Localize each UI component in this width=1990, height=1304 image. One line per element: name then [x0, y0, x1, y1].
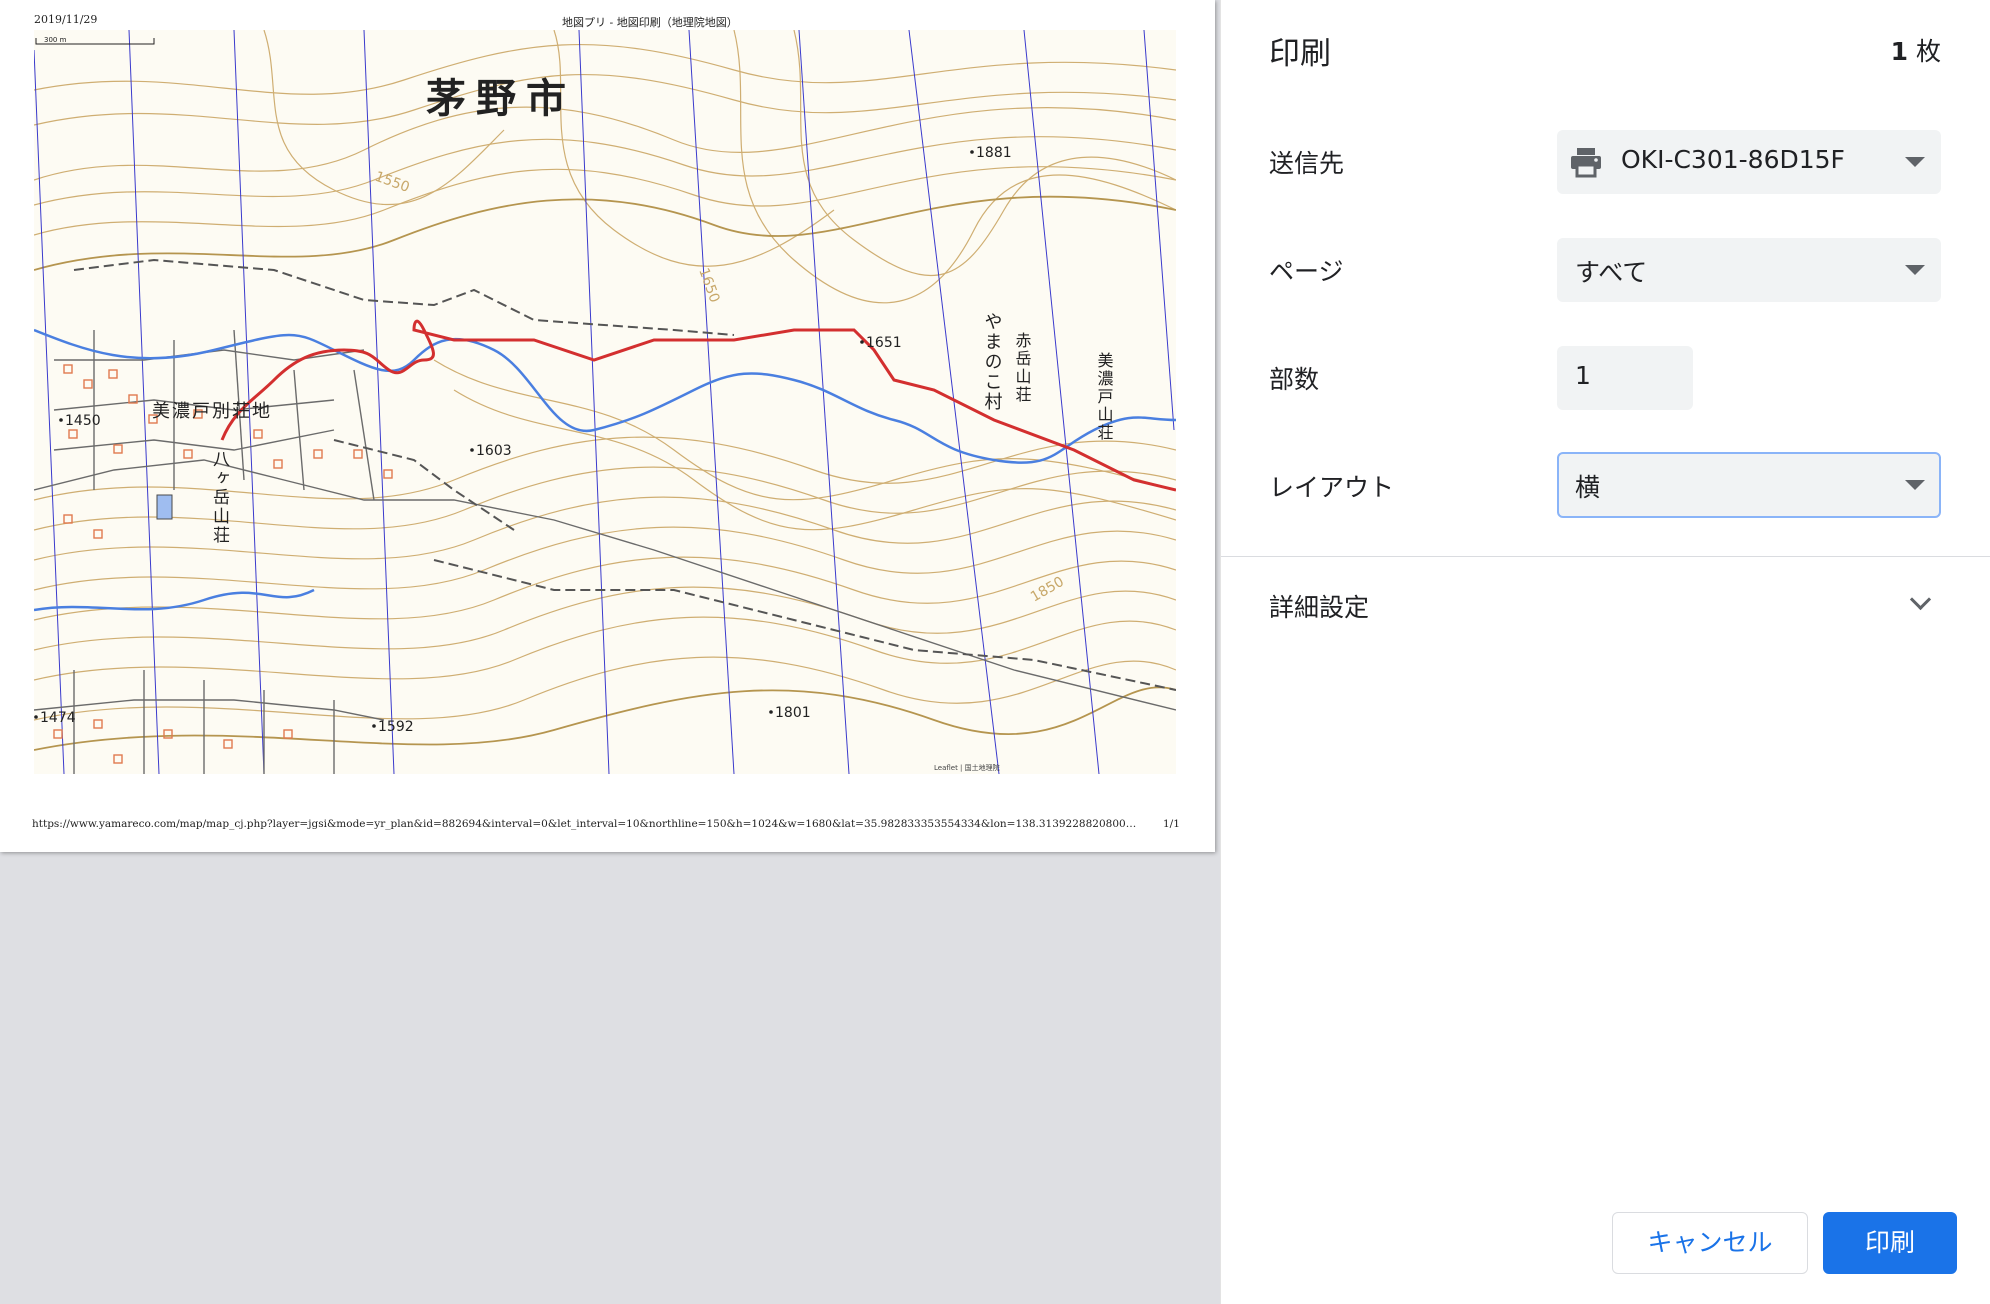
- copies-value: 1: [1575, 361, 1591, 390]
- header-title: 地図プリ - 地図印刷（地理院地図）: [562, 16, 738, 29]
- elevation-point: 1801: [775, 705, 811, 721]
- layout-select[interactable]: 横: [1557, 452, 1941, 518]
- section-divider: [1221, 556, 1990, 557]
- preview-page: 2019/11/29 地図プリ - 地図印刷（地理院地図） 300 m 茅野市 …: [0, 0, 1215, 852]
- sheet-count: 1 枚: [1891, 32, 1941, 68]
- minoto-villa-label: 美濃戸別荘地: [152, 401, 272, 422]
- pages-label: ページ: [1269, 257, 1344, 286]
- topographic-map: 300 m 茅野市 美濃戸別荘地 八ヶ岳山荘 やまのこ村 赤岳山荘 美濃戸山荘 …: [34, 30, 1176, 774]
- sheet-count-unit: 枚: [1915, 37, 1941, 66]
- scale-label: 300 m: [44, 36, 67, 44]
- pages-value: すべて: [1575, 258, 1648, 287]
- copies-input[interactable]: 1: [1557, 346, 1693, 410]
- printer-icon: [1571, 148, 1601, 178]
- elevation-point: 1651: [866, 335, 902, 351]
- akadake-sanso-label: 赤岳山荘: [1013, 332, 1032, 404]
- cancel-button[interactable]: キャンセル: [1612, 1212, 1808, 1274]
- destination-value: OKI-C301-86D15F: [1621, 145, 1845, 174]
- city-name-label: 茅野市: [426, 76, 576, 122]
- print-preview-pane: 2019/11/29 地図プリ - 地図印刷（地理院地図） 300 m 茅野市 …: [0, 0, 1220, 1304]
- destination-select[interactable]: OKI-C301-86D15F: [1557, 130, 1941, 194]
- copies-label: 部数: [1269, 365, 1320, 394]
- footer-url: https://www.yamareco.com/map/map_cj.php?…: [32, 818, 1142, 830]
- layout-label: レイアウト: [1269, 473, 1395, 502]
- layout-value: 横: [1575, 473, 1601, 502]
- elevation-point: 1881: [976, 145, 1012, 161]
- triangle-down-icon: [1905, 157, 1925, 167]
- header-date: 2019/11/29: [34, 13, 98, 26]
- elevation-point: 1592: [378, 719, 414, 735]
- pond: [156, 494, 173, 520]
- advanced-settings-label[interactable]: 詳細設定: [1269, 588, 1369, 624]
- elevation-point: 1603: [476, 443, 512, 459]
- triangle-down-icon: [1905, 480, 1925, 490]
- elevation-point: 1450: [65, 413, 101, 429]
- print-button[interactable]: 印刷: [1823, 1212, 1957, 1274]
- sheet-count-number: 1: [1890, 37, 1909, 66]
- chevron-down-icon[interactable]: [1909, 588, 1932, 611]
- footer-page-number: 1/1: [1163, 818, 1180, 830]
- yatsugatake-sanso-label: 八ヶ岳山荘: [209, 450, 230, 545]
- destination-label: 送信先: [1269, 149, 1345, 178]
- minoto-sanso-label: 美濃戸山荘: [1095, 352, 1114, 442]
- panel-title: 印刷: [1269, 36, 1331, 72]
- yamanoko-mura-label: やまのこ村: [982, 312, 1003, 412]
- pages-select[interactable]: すべて: [1557, 238, 1941, 302]
- elevation-point: 1474: [40, 710, 76, 726]
- triangle-down-icon: [1905, 265, 1925, 275]
- print-settings-panel: 印刷 1 枚 送信先 OKI-C301-86D15F ページ すべて 部数 1 …: [1220, 0, 1990, 1304]
- map-attribution: Leaflet | 国土地理院: [934, 763, 1000, 772]
